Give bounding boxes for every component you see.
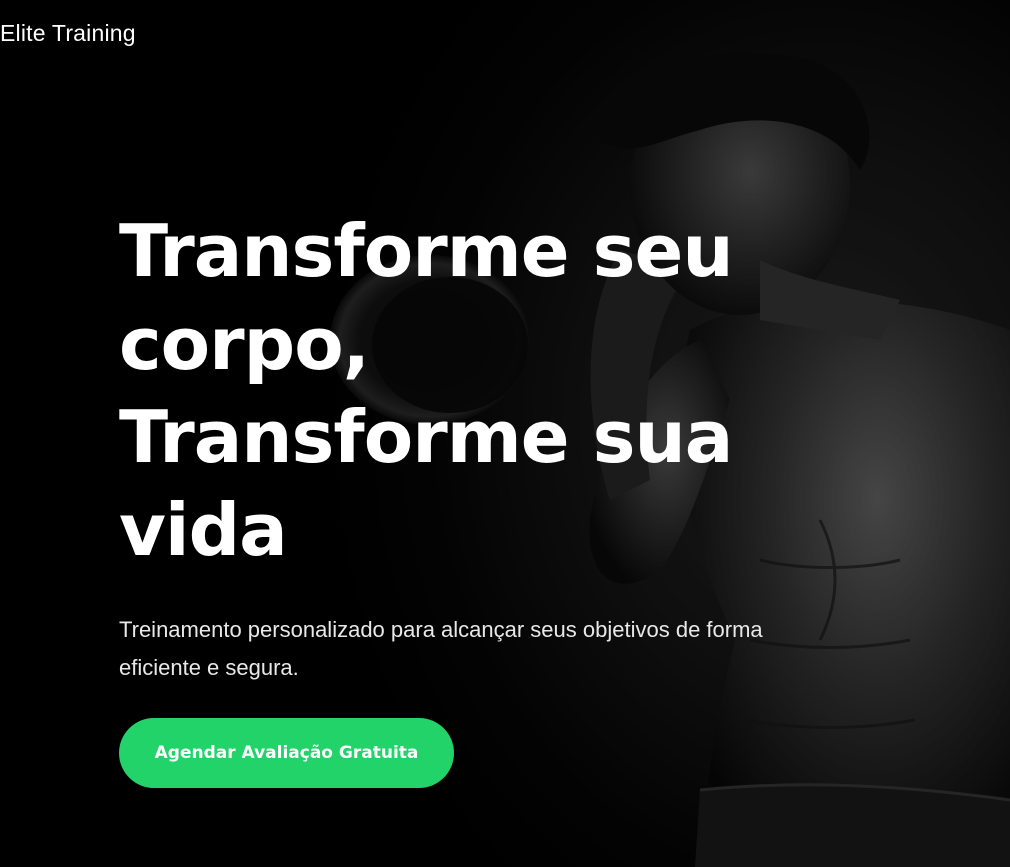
- hero-section: Elite Training Transforme seu corpo, Tra…: [0, 0, 1010, 867]
- headline-line: Transforme seu: [119, 209, 734, 293]
- headline-line: Transforme sua vida: [119, 395, 733, 572]
- hero-subtitle: Treinamento personalizado para alcançar …: [119, 617, 763, 680]
- brand-logo[interactable]: Elite Training: [0, 20, 136, 47]
- schedule-evaluation-button[interactable]: Agendar Avaliação Gratuita: [119, 718, 454, 788]
- hero-content: Transforme seu corpo, Transforme sua vid…: [119, 205, 879, 788]
- headline-line: corpo,: [119, 302, 370, 386]
- hero-headline: Transforme seu corpo, Transforme sua vid…: [119, 205, 879, 577]
